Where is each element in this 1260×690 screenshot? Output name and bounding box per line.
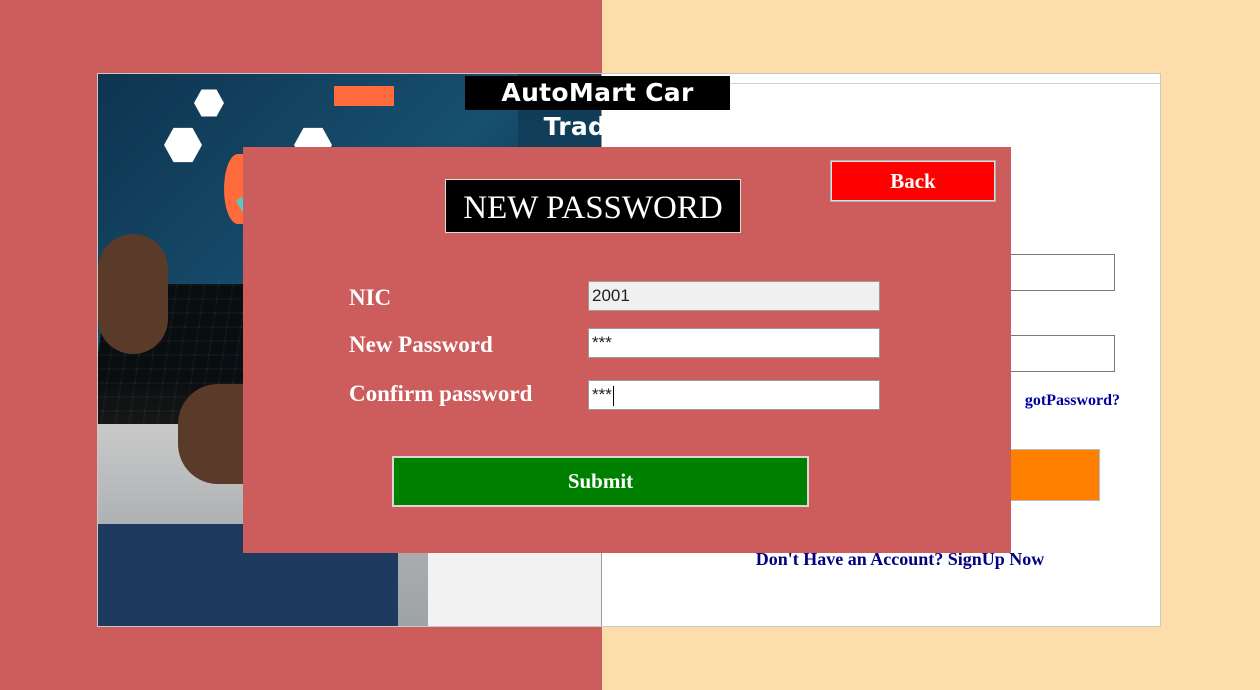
password-field[interactable]	[1010, 335, 1115, 372]
confirm-password-field[interactable]: ***	[588, 380, 880, 410]
back-button[interactable]: Back	[830, 160, 996, 202]
forgot-password-link[interactable]: gotPassword?	[1010, 392, 1120, 416]
username-field[interactable]	[1010, 254, 1115, 291]
hex-icon	[194, 89, 224, 117]
submit-button[interactable]: Submit	[392, 456, 809, 507]
confirm-password-value: ***	[592, 385, 612, 404]
lock-hex-icon	[164, 127, 202, 163]
new-password-dialog: Back NEW PASSWORD NIC 2001 New Password …	[243, 147, 1011, 553]
bar-graphic	[334, 86, 394, 106]
confirm-password-label: Confirm password	[349, 381, 533, 406]
new-password-field[interactable]: ***	[588, 328, 880, 358]
hand	[98, 234, 168, 354]
app-title: AutoMart Car Traders	[465, 76, 730, 141]
new-password-label: New Password	[349, 332, 493, 357]
nic-field[interactable]: 2001	[588, 281, 880, 311]
login-button[interactable]	[1010, 449, 1100, 501]
dialog-title: NEW PASSWORD	[445, 179, 741, 233]
nic-label: NIC	[349, 285, 392, 310]
text-cursor	[612, 385, 614, 406]
